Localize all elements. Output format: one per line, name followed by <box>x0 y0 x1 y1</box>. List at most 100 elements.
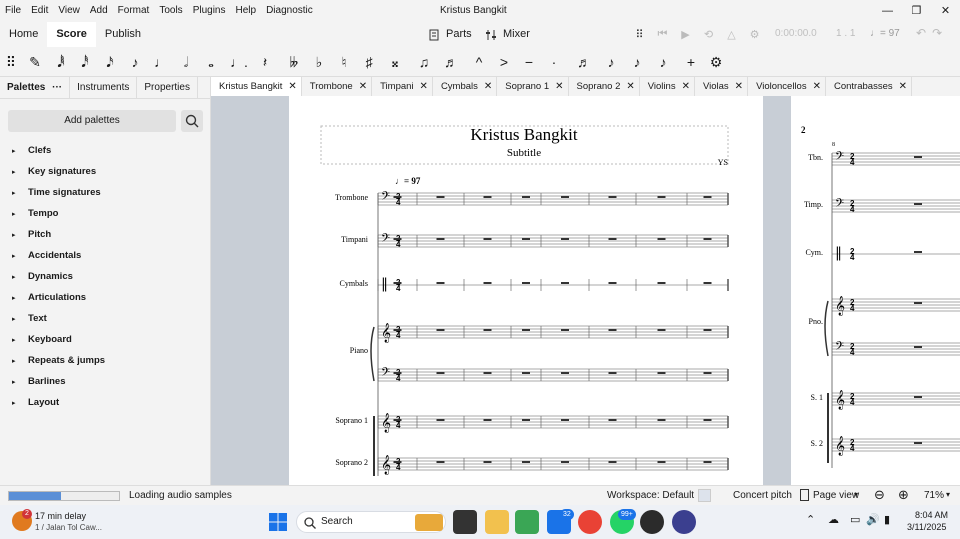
zoom-level[interactable]: 71% <box>924 490 944 501</box>
voice-two-icon[interactable]: ♪ <box>652 47 674 77</box>
chevron-right-icon[interactable]: ▸ <box>12 225 28 246</box>
palette-item[interactable]: ▸ Pitch <box>0 224 211 245</box>
concert-pitch-label[interactable]: Concert pitch <box>733 490 792 501</box>
chrome-icon[interactable] <box>578 510 602 534</box>
add-icon[interactable]: + <box>680 47 702 77</box>
palette-item[interactable]: ▸ Layout <box>0 392 211 413</box>
close-tab-icon[interactable]: ✕ <box>288 81 296 92</box>
battery-icon[interactable]: ▮ <box>884 513 890 526</box>
mixer-button[interactable]: Mixer <box>485 22 530 47</box>
score-canvas[interactable]: Kristus Bangkit Subtitle YS ♩= 97 𝄢 2 4 Tro… <box>211 96 960 485</box>
document-tab[interactable]: Contrabasses ✕ <box>826 77 912 96</box>
document-tab[interactable]: Soprano 1 ✕ <box>497 77 569 96</box>
tab-home[interactable]: Home <box>0 22 47 47</box>
chevron-right-icon[interactable]: ▸ <box>12 183 28 204</box>
tenuto-icon[interactable]: − <box>518 47 540 77</box>
speaker-icon[interactable]: 🔊 <box>866 513 880 526</box>
weather-subtitle[interactable]: 1 / Jalan Tol Caw... <box>35 523 102 532</box>
close-tab-icon[interactable]: ✕ <box>420 81 428 92</box>
close-button[interactable]: ✕ <box>931 0 960 22</box>
clock-time[interactable]: 8:04 AM <box>915 510 948 520</box>
palette-item[interactable]: ▸ Clefs <box>0 140 211 161</box>
chevron-right-icon[interactable]: ▸ <box>12 246 28 267</box>
document-tab[interactable]: Trombone ✕ <box>302 77 373 96</box>
chevron-right-icon[interactable]: ▸ <box>12 393 28 414</box>
chevron-right-icon[interactable]: ▸ <box>12 330 28 351</box>
close-tab-icon[interactable]: ✕ <box>813 81 821 92</box>
zoom-out-icon[interactable]: ⊖ <box>874 487 885 503</box>
start-button[interactable] <box>266 510 290 534</box>
chevron-right-icon[interactable]: ▸ <box>12 351 28 372</box>
concert-pitch-checkbox[interactable] <box>698 489 711 502</box>
natural-icon[interactable]: ♮ <box>333 47 355 77</box>
menu-diagnostic[interactable]: Diagnostic <box>261 0 318 22</box>
zoom-in-icon[interactable]: ⊕ <box>898 487 909 503</box>
loop-icon[interactable]: ⟲ <box>697 28 720 41</box>
rest-icon[interactable]: 𝄽 <box>254 47 276 77</box>
palette-search-button[interactable] <box>181 110 203 132</box>
voice-one-icon[interactable]: ♪ <box>626 47 648 77</box>
onedrive-icon[interactable]: ☁ <box>828 513 839 526</box>
menu-format[interactable]: Format <box>113 0 155 22</box>
score-subtitle[interactable]: Subtitle <box>507 147 541 159</box>
menu-add[interactable]: Add <box>85 0 113 22</box>
palette-item[interactable]: ▸ Time signatures <box>0 182 211 203</box>
menu-edit[interactable]: Edit <box>26 0 53 22</box>
chevron-right-icon[interactable]: ▸ <box>12 267 28 288</box>
playback-settings-icon[interactable]: ⚙ <box>743 28 766 41</box>
palette-item[interactable]: ▸ Text <box>0 308 211 329</box>
play-icon[interactable]: ▶ <box>674 28 697 41</box>
palette-item[interactable]: ▸ Dynamics <box>0 266 211 287</box>
close-tab-icon[interactable]: ✕ <box>626 81 634 92</box>
menu-tools[interactable]: Tools <box>154 0 187 22</box>
tab-properties[interactable]: Properties <box>137 77 198 98</box>
chevron-right-icon[interactable]: ▸ <box>12 309 28 330</box>
document-tab[interactable]: Kristus Bangkit ✕ <box>211 77 302 96</box>
tuplet-icon[interactable]: ♬ <box>571 47 597 77</box>
document-tab[interactable]: Cymbals ✕ <box>433 77 498 96</box>
undo-icon[interactable]: ↶ <box>916 26 926 40</box>
clock-date[interactable]: 3/11/2025 <box>907 522 946 532</box>
drag-handle-icon[interactable]: ⠿ <box>0 47 22 77</box>
metronome-icon[interactable]: △ <box>720 28 743 41</box>
accent-icon[interactable]: > <box>493 47 515 77</box>
chevron-up-icon[interactable]: ⌃ <box>806 513 815 526</box>
document-tab[interactable]: Violas ✕ <box>695 77 749 96</box>
double-flat-icon[interactable]: 𝄫 <box>283 47 305 77</box>
menu-help[interactable]: Help <box>231 0 262 22</box>
document-tab[interactable]: Timpani ✕ <box>372 77 433 96</box>
tie-icon[interactable]: ♫ <box>413 47 435 77</box>
redo-icon[interactable]: ↷ <box>932 26 942 40</box>
workspace-selector[interactable]: Workspace: Default <box>607 490 694 501</box>
score-title[interactable]: Kristus Bangkit <box>470 125 577 144</box>
drag-handle-icon[interactable]: ⠿ <box>628 28 651 41</box>
palette-item[interactable]: ▸ Barlines <box>0 371 211 392</box>
chevron-right-icon[interactable]: ▸ <box>12 162 28 183</box>
rewind-icon[interactable]: ⏮ <box>651 28 674 41</box>
close-tab-icon[interactable]: ✕ <box>359 81 367 92</box>
menu-file[interactable]: File <box>0 0 26 22</box>
palette-item[interactable]: ▸ Tempo <box>0 203 211 224</box>
minimize-button[interactable]: — <box>873 0 902 22</box>
page-view-selector[interactable]: Page view <box>813 490 859 501</box>
close-tab-icon[interactable]: ✕ <box>682 81 690 92</box>
palette-item[interactable]: ▸ Key signatures <box>0 161 211 182</box>
tab-score[interactable]: Score <box>47 22 96 47</box>
tab-publish[interactable]: Publish <box>96 22 150 47</box>
flat-icon[interactable]: ♭ <box>308 47 330 77</box>
note-input-pen-icon[interactable]: ✎ <box>24 47 46 77</box>
dotted-note-icon[interactable]: ♩. <box>228 47 250 77</box>
palette-item[interactable]: ▸ Keyboard <box>0 329 211 350</box>
sixty-fourth-note-icon[interactable]: 𝅘𝅥𝅱 <box>50 47 72 77</box>
chevron-right-icon[interactable]: ▸ <box>12 204 28 225</box>
whole-note-icon[interactable]: 𝅝 <box>200 47 222 77</box>
document-tab[interactable]: Violoncellos ✕ <box>748 77 826 96</box>
sixteenth-note-icon[interactable]: 𝅘𝅥𝅯 <box>99 47 121 77</box>
taskbar-search-box[interactable]: Search <box>296 511 446 533</box>
tempo-marking[interactable]: ♩= 97 <box>395 176 421 186</box>
tab-instruments[interactable]: Instruments <box>70 77 138 98</box>
musescore-icon[interactable] <box>672 510 696 534</box>
double-sharp-icon[interactable]: 𝄪 <box>384 47 406 77</box>
restore-button[interactable]: ❐ <box>902 0 931 22</box>
chevron-right-icon[interactable]: ▸ <box>12 141 28 162</box>
